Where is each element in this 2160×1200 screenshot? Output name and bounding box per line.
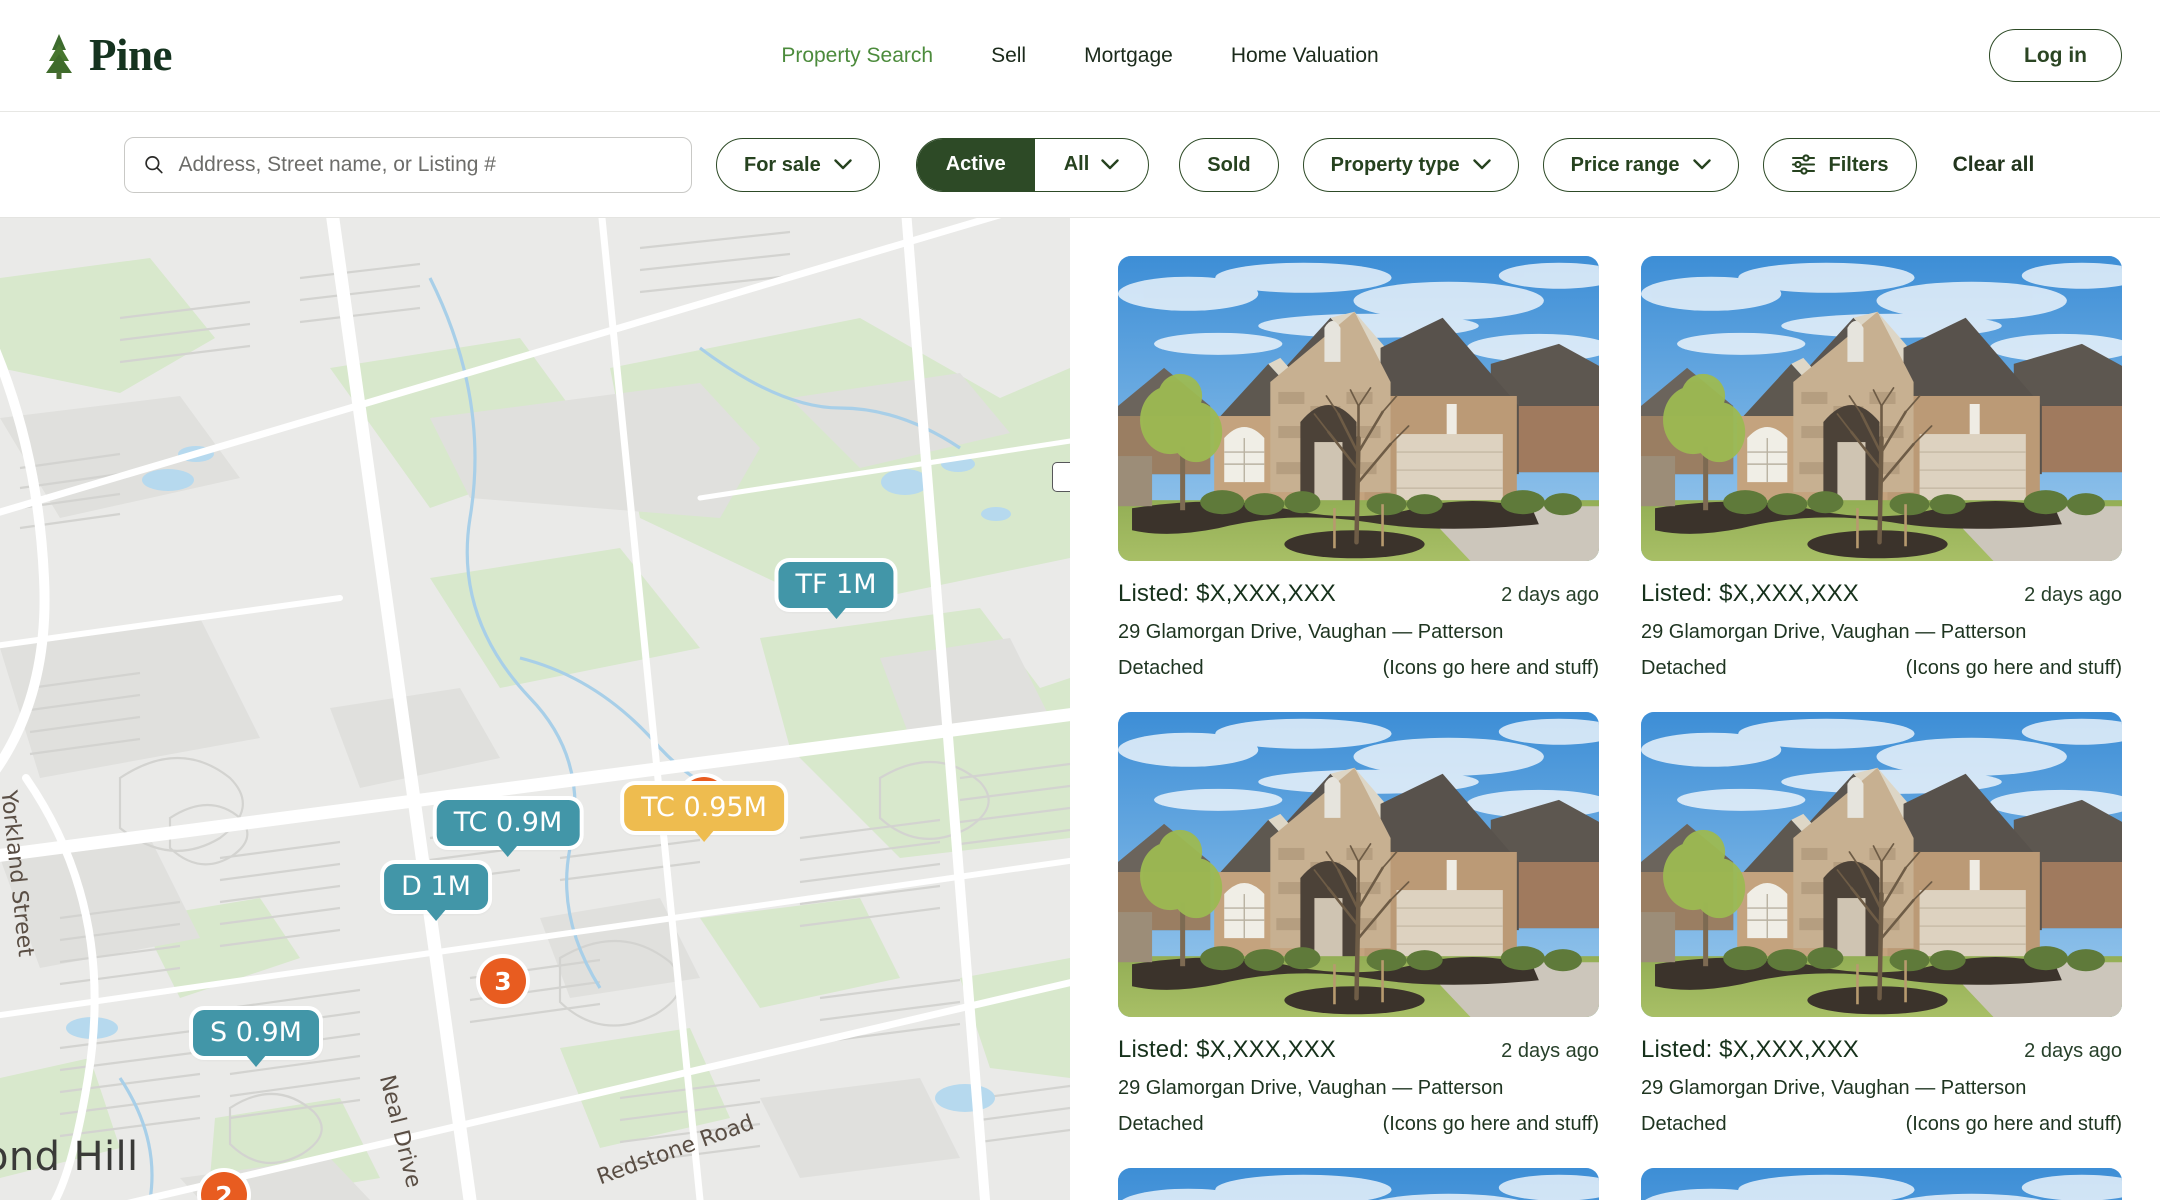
listing-icons-note: (Icons go here and stuff) <box>1905 657 2122 679</box>
map-cluster-3[interactable]: 3 <box>480 958 526 1004</box>
site-header: Pine Property Search Sell Mortgage Home … <box>0 0 2160 112</box>
listing-photo[interactable] <box>1118 1168 1599 1200</box>
status-segmented-control[interactable]: Active All <box>915 137 1150 192</box>
chevron-down-icon <box>1692 159 1711 170</box>
search-box[interactable] <box>124 136 692 193</box>
nav-item-mortgage[interactable]: Mortgage <box>1084 44 1173 68</box>
map-marker-tc-0-9m[interactable]: TC 0.9M <box>436 800 580 846</box>
map-canvas <box>0 218 1070 1200</box>
listing-address: 29 Glamorgan Drive, Vaughan — Patterson <box>1641 621 2027 643</box>
main-nav: Property Search Sell Mortgage Home Valua… <box>781 44 1378 68</box>
listing-age: 2 days ago <box>1501 584 1599 606</box>
map-marker-label: TF 1M <box>795 569 877 600</box>
filters-label: Filters <box>1828 153 1889 176</box>
status-all-label: All <box>1063 153 1090 175</box>
house-photo-illustration <box>1118 256 1599 561</box>
for-sale-label: For sale <box>744 153 821 176</box>
map-marker-tc-0-95m[interactable]: TC 0.95M <box>624 785 784 831</box>
nav-item-sell[interactable]: Sell <box>991 44 1026 68</box>
map-marker-s-0-9m[interactable]: S 0.9M <box>193 1010 319 1056</box>
pine-tree-icon <box>46 33 72 79</box>
chevron-down-icon <box>1101 159 1119 170</box>
house-photo-illustration <box>1118 1168 1599 1200</box>
listing-meta-row: Detached (Icons go here and stuff) <box>1118 644 1599 680</box>
listing-card[interactable] <box>1118 1168 1599 1200</box>
listing-type: Detached <box>1641 657 1727 679</box>
log-in-button[interactable]: Log in <box>1989 29 2122 82</box>
house-photo-illustration <box>1118 712 1599 1017</box>
listing-icons-note: (Icons go here and stuff) <box>1382 1113 1599 1135</box>
listing-price-row: Listed: $X,XXX,XXX 2 days ago <box>1118 561 1599 608</box>
listing-price-row: Listed: $X,XXX,XXX 2 days ago <box>1641 561 2122 608</box>
status-option-all[interactable]: All <box>1035 139 1149 191</box>
map-marker-label: TC 0.9M <box>453 807 563 838</box>
price-range-label: Price range <box>1570 153 1680 176</box>
listing-price: Listed: $X,XXX,XXX <box>1641 1036 1859 1063</box>
filters-button[interactable]: Filters <box>1762 137 1917 192</box>
price-range-filter-button[interactable]: Price range <box>1542 137 1739 192</box>
listing-address: 29 Glamorgan Drive, Vaughan — Patterson <box>1641 1077 2027 1099</box>
map-marker-tf-1m[interactable]: TF 1M <box>778 562 894 608</box>
map-marker-label: S 0.9M <box>210 1017 302 1048</box>
listing-photo[interactable] <box>1641 712 2122 1017</box>
listing-meta-row: Detached (Icons go here and stuff) <box>1118 1100 1599 1136</box>
listing-age: 2 days ago <box>1501 1040 1599 1062</box>
nav-item-home-valuation[interactable]: Home Valuation <box>1231 44 1379 68</box>
listing-card[interactable]: Listed: $X,XXX,XXX 2 days ago 29 Glamorg… <box>1118 256 1599 680</box>
listing-card[interactable]: Listed: $X,XXX,XXX 2 days ago 29 Glamorg… <box>1118 712 1599 1136</box>
map-panel[interactable]: Yorkland Street Neal Drive Redstone Road… <box>0 218 1070 1200</box>
brand-name: Pine <box>89 30 173 80</box>
listings-grid: Listed: $X,XXX,XXX 2 days ago 29 Glamorg… <box>1118 256 2122 1200</box>
sold-filter-button[interactable]: Sold <box>1179 137 1279 192</box>
listing-type: Detached <box>1641 1113 1727 1135</box>
map-marker-d-1m[interactable]: D 1M <box>384 864 488 910</box>
listing-card[interactable]: Listed: $X,XXX,XXX 2 days ago 29 Glamorg… <box>1641 256 2122 680</box>
listing-address: 29 Glamorgan Drive, Vaughan — Patterson <box>1118 621 1504 643</box>
nav-item-property-search[interactable]: Property Search <box>781 44 933 68</box>
sliders-icon <box>1791 154 1815 175</box>
search-input[interactable] <box>178 152 673 177</box>
listing-card[interactable] <box>1641 1168 2122 1200</box>
listing-meta-row: Detached (Icons go here and stuff) <box>1641 644 2122 680</box>
listing-photo[interactable] <box>1118 256 1599 561</box>
property-type-label: Property type <box>1330 153 1460 176</box>
listing-price-row: Listed: $X,XXX,XXX 2 days ago <box>1641 1017 2122 1064</box>
content-area: Yorkland Street Neal Drive Redstone Road… <box>0 218 2160 1200</box>
listing-address: 29 Glamorgan Drive, Vaughan — Patterson <box>1118 1077 1504 1099</box>
status-option-active[interactable]: Active <box>916 138 1035 191</box>
listings-panel: Listed: $X,XXX,XXX 2 days ago 29 Glamorg… <box>1070 218 2160 1200</box>
house-photo-illustration <box>1641 1168 2122 1200</box>
listing-photo[interactable] <box>1641 1168 2122 1200</box>
listing-price: Listed: $X,XXX,XXX <box>1641 580 1859 607</box>
map-city-label: ond Hill <box>0 1134 139 1180</box>
house-photo-illustration <box>1641 712 2122 1017</box>
listing-price: Listed: $X,XXX,XXX <box>1118 1036 1336 1063</box>
listing-age: 2 days ago <box>2024 584 2122 606</box>
listing-icons-note: (Icons go here and stuff) <box>1905 1113 2122 1135</box>
property-type-filter-button[interactable]: Property type <box>1302 137 1519 192</box>
listing-price: Listed: $X,XXX,XXX <box>1118 580 1336 607</box>
map-marker-label: D 1M <box>401 871 471 902</box>
for-sale-filter-button[interactable]: For sale <box>716 137 880 192</box>
filter-bar: For sale Active All Sold Property type P… <box>0 112 2160 218</box>
listing-age: 2 days ago <box>2024 1040 2122 1062</box>
brand-logo-area[interactable]: Pine <box>42 30 173 80</box>
listing-icons-note: (Icons go here and stuff) <box>1382 657 1599 679</box>
listing-photo[interactable] <box>1118 712 1599 1017</box>
search-icon <box>145 156 163 174</box>
listing-photo[interactable] <box>1641 256 2122 561</box>
map-control-button[interactable] <box>1052 462 1070 492</box>
listing-card[interactable]: Listed: $X,XXX,XXX 2 days ago 29 Glamorg… <box>1641 712 2122 1136</box>
chevron-down-icon <box>1472 159 1491 170</box>
listing-meta-row: Detached (Icons go here and stuff) <box>1641 1100 2122 1136</box>
house-photo-illustration <box>1641 256 2122 561</box>
listing-type: Detached <box>1118 657 1204 679</box>
listing-type: Detached <box>1118 1113 1204 1135</box>
map-marker-label: TC 0.95M <box>641 792 767 823</box>
listing-price-row: Listed: $X,XXX,XXX 2 days ago <box>1118 1017 1599 1064</box>
chevron-down-icon <box>834 159 852 170</box>
clear-all-button[interactable]: Clear all <box>1953 153 2035 177</box>
